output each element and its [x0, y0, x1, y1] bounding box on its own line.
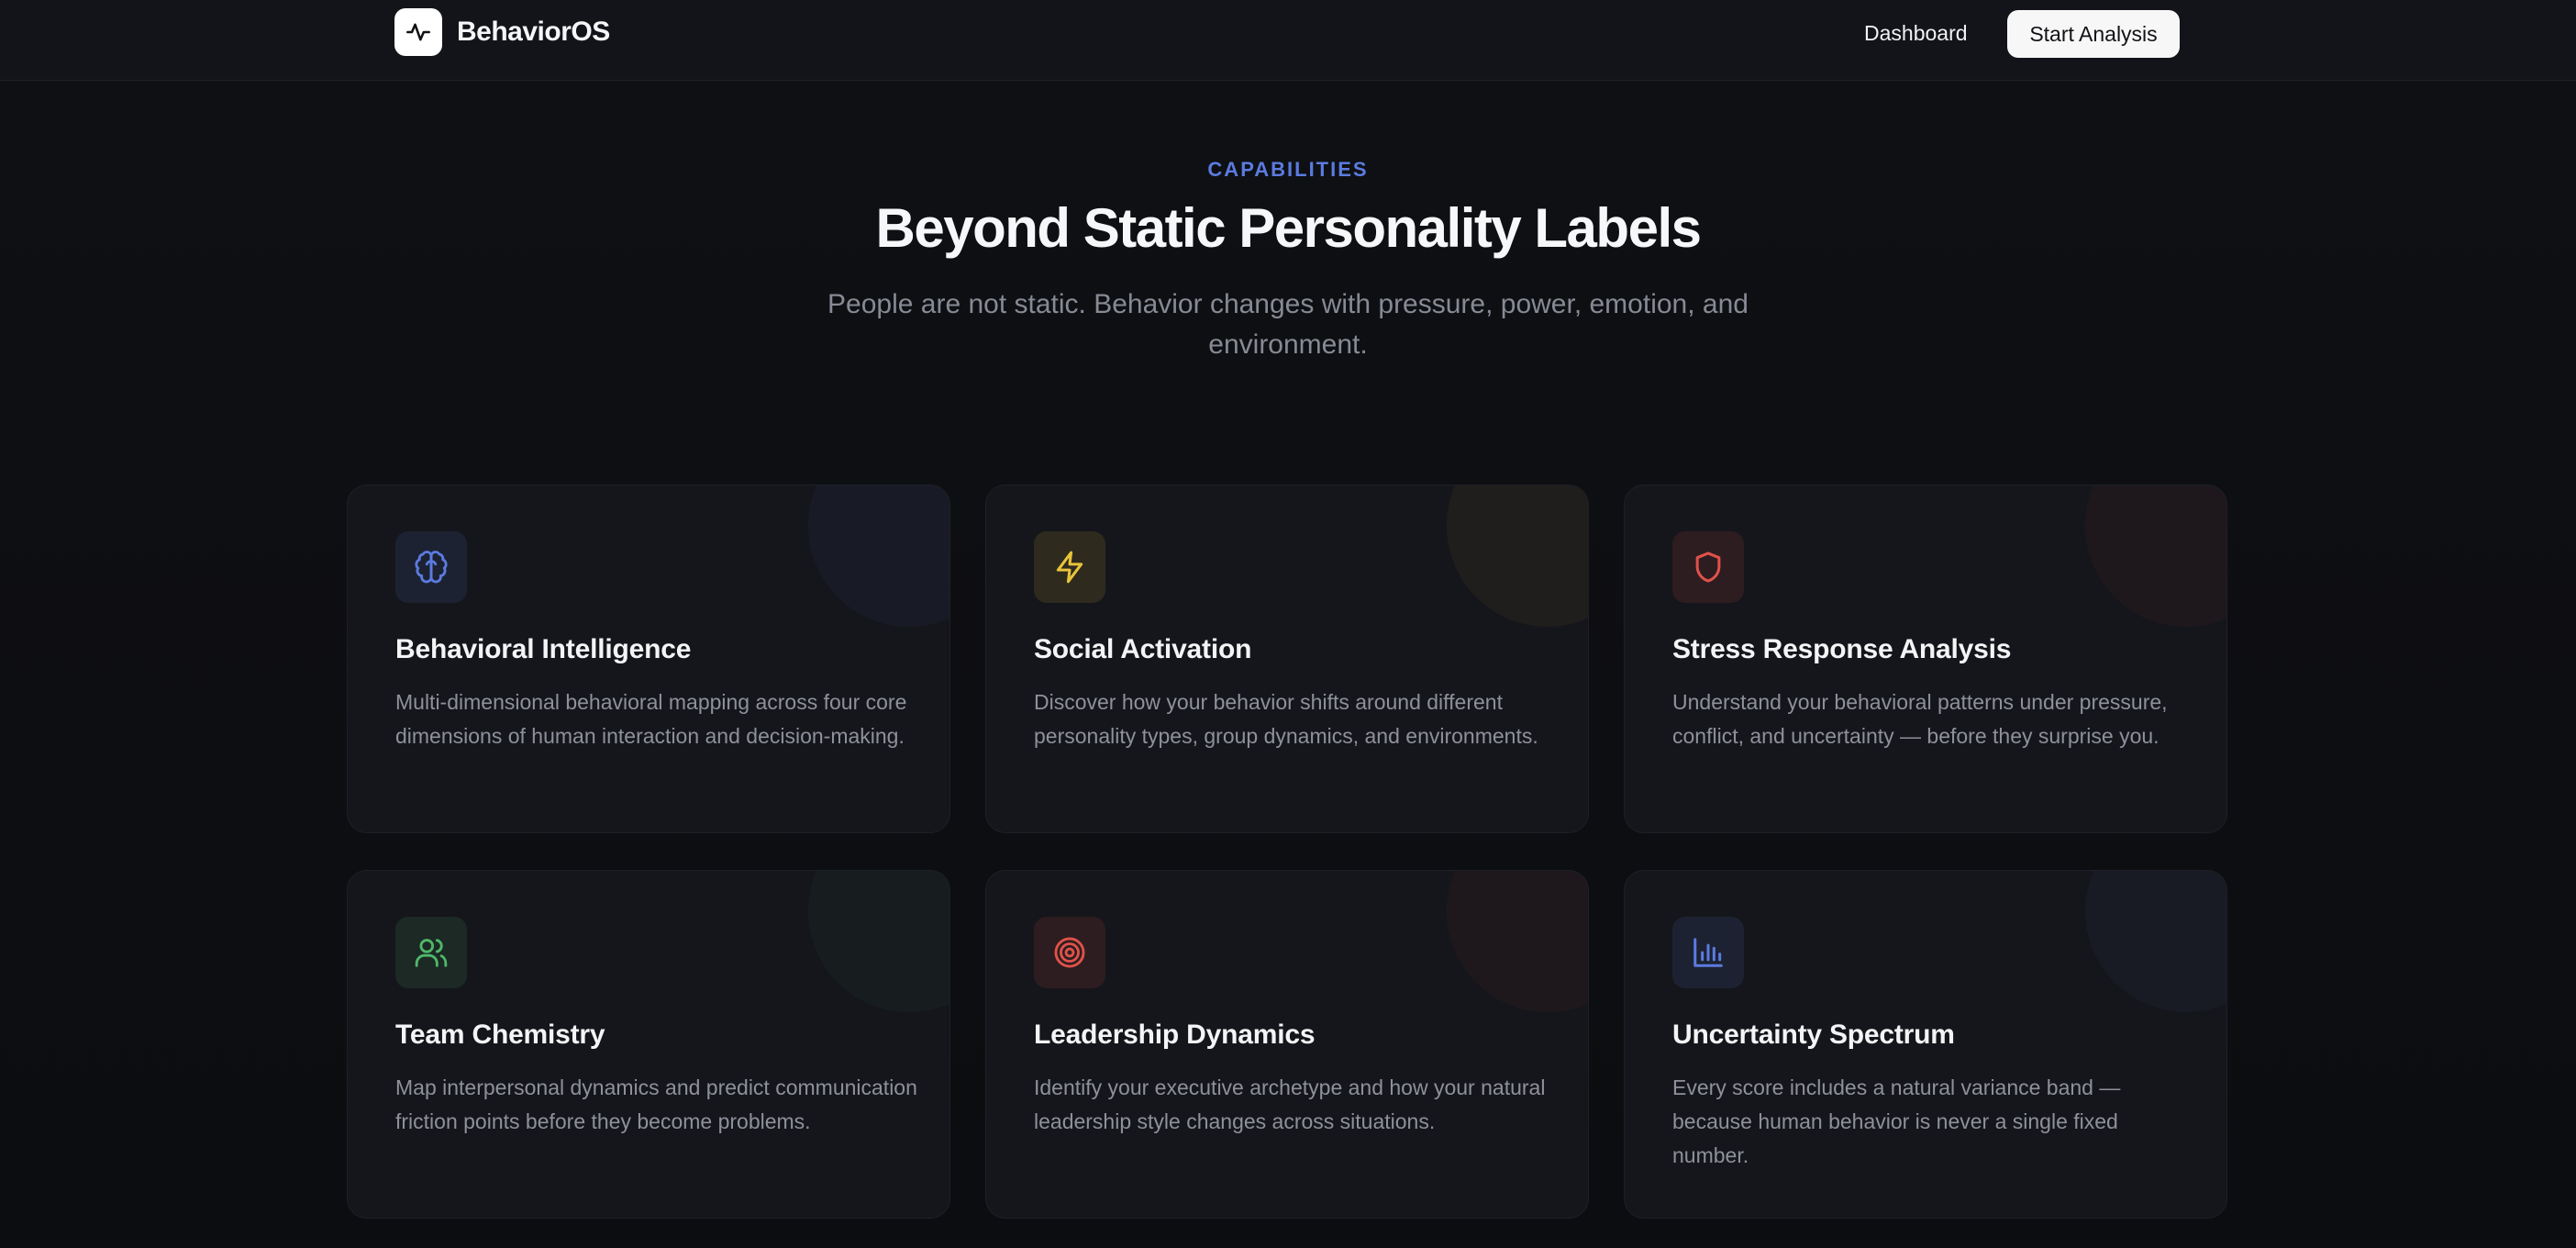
card-title: Leadership Dynamics: [1034, 1020, 1316, 1050]
top-navbar: BehaviorOS Dashboard Start Analysis: [0, 0, 2576, 81]
card-title: Stress Response Analysis: [1672, 634, 2012, 664]
brain-icon: [395, 531, 467, 603]
card-title: Team Chemistry: [395, 1020, 605, 1050]
feature-card-behavioral-intelligence: Behavioral Intelligence Multi-dimensiona…: [347, 485, 950, 833]
dashboard-link[interactable]: Dashboard: [1864, 18, 1968, 48]
brand[interactable]: BehaviorOS: [394, 8, 610, 56]
feature-card-leadership-dynamics: Leadership Dynamics Identify your execut…: [985, 870, 1589, 1219]
feature-card-uncertainty-spectrum: Uncertainty Spectrum Every score include…: [1624, 870, 2227, 1219]
feature-card-stress-response: Stress Response Analysis Understand your…: [1624, 485, 2227, 833]
shield-icon: [1672, 531, 1744, 603]
feature-card-team-chemistry: Team Chemistry Map interpersonal dynamic…: [347, 870, 950, 1219]
card-description: Multi-dimensional behavioral mapping acr…: [395, 690, 907, 748]
card-glow: [808, 871, 949, 1012]
card-glow: [2085, 871, 2226, 1012]
section-subtitle: People are not static. Behavior changes …: [827, 289, 1749, 360]
bar-chart-icon: [1672, 917, 1744, 988]
feature-card-social-activation: Social Activation Discover how your beha…: [985, 485, 1589, 833]
brand-name: BehaviorOS: [457, 17, 610, 47]
page: BehaviorOS Dashboard Start Analysis CAPA…: [0, 0, 2576, 1248]
card-glow: [808, 485, 949, 627]
start-analysis-button[interactable]: Start Analysis: [2007, 10, 2180, 58]
section-eyebrow: CAPABILITIES: [1207, 158, 1369, 181]
card-description: Map interpersonal dynamics and predict c…: [395, 1075, 917, 1133]
card-description: Understand your behavioral patterns unde…: [1672, 690, 2168, 748]
target-icon: [1034, 917, 1105, 988]
card-glow: [1447, 871, 1588, 1012]
lightning-icon: [1034, 531, 1105, 603]
card-title: Social Activation: [1034, 634, 1252, 664]
card-title: Uncertainty Spectrum: [1672, 1020, 1955, 1050]
section-title: Beyond Static Personality Labels: [875, 197, 1702, 259]
activity-icon: [394, 8, 442, 56]
card-glow: [2085, 485, 2226, 627]
card-description: Identify your executive archetype and ho…: [1034, 1075, 1546, 1133]
card-glow: [1447, 485, 1588, 627]
card-description: Every score includes a natural variance …: [1672, 1075, 2121, 1167]
users-icon: [395, 917, 467, 988]
card-description: Discover how your behavior shifts around…: [1034, 690, 1538, 748]
card-title: Behavioral Intelligence: [395, 634, 692, 664]
